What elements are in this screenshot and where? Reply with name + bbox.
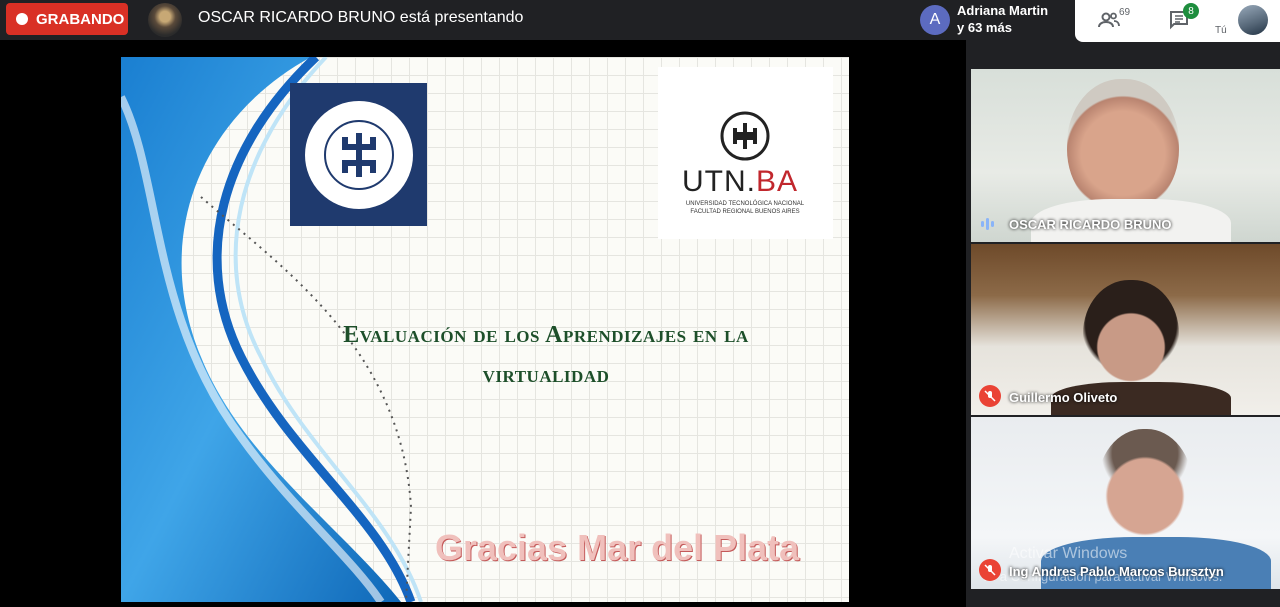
presentation-slide: UTN.BA UNIVERSIDAD TECNOLÓGICA NACIONAL … [121, 57, 849, 602]
participant-video-figure [1097, 429, 1193, 551]
naval-department-logo [290, 83, 427, 226]
participant-more: y 63 más [957, 20, 1012, 35]
frmdp-seal-icon [304, 100, 413, 209]
participants-preview[interactable]: A Adriana Martin y 63 más [912, 0, 1074, 40]
utn-wordmark-accent: BA [756, 165, 799, 198]
recording-label: GRABANDO [36, 10, 125, 28]
meeting-panel: 69 8 Tú [1075, 0, 1280, 42]
participant-video-figure [1083, 280, 1179, 392]
mic-muted-icon [979, 559, 1001, 581]
chat-count-badge: 8 [1183, 3, 1199, 19]
tile-participant-name: OSCAR RICARDO BRUNO [1009, 217, 1172, 232]
slide-title-line1: Evaluación de los Aprendizajes en la [343, 322, 749, 348]
video-tile-guillermo[interactable]: Guillermo Oliveto [971, 244, 1280, 415]
tile-participant-name: Guillermo Oliveto [1009, 390, 1118, 405]
presenter-status-text: OSCAR RICARDO BRUNO está presentando [198, 9, 524, 26]
participant-avatar: A [920, 5, 950, 35]
slide-footer-text: Gracias Mar del Plata [435, 527, 800, 568]
record-dot-icon [16, 13, 28, 25]
tile-participant-name: Ing Andres Pablo Marcos Bursztyn [1009, 564, 1224, 579]
slide-title-line2: virtualidad [482, 362, 610, 388]
slide-title: Evaluación de los Aprendizajes en la vir… [281, 315, 811, 395]
self-avatar[interactable] [1238, 5, 1268, 35]
speaking-indicator-icon [981, 217, 999, 231]
utn-ba-subtitle: UNIVERSIDAD TECNOLÓGICA NACIONAL FACULTA… [670, 200, 820, 216]
people-icon [1098, 12, 1120, 28]
people-count: 69 [1119, 7, 1131, 18]
utn-emblem-icon [720, 111, 770, 161]
top-bar: GRABANDO OSCAR RICARDO BRUNO está presen… [0, 0, 1280, 42]
utn-ba-wordmark: UTN.BA [682, 165, 798, 199]
utn-wordmark-main: UTN. [682, 165, 756, 198]
utn-sub-line1: UNIVERSIDAD TECNOLÓGICA NACIONAL [685, 201, 805, 207]
participant-names: Adriana Martin y 63 más [957, 2, 1048, 36]
you-label: Tú [1215, 25, 1227, 36]
chat-button[interactable]: 8 [1167, 3, 1199, 34]
mic-muted-icon [979, 385, 1001, 407]
windows-watermark-line1: Activar Windows [1009, 545, 1128, 562]
video-tile-andres[interactable]: Activar Windows Ve a Configuración para … [971, 417, 1280, 589]
utn-sub-line2: FACULTAD REGIONAL BUENOS AIRES [690, 209, 800, 215]
recording-badge: GRABANDO [6, 3, 128, 35]
people-button[interactable]: 69 [1097, 6, 1130, 34]
utn-ba-logo: UTN.BA UNIVERSIDAD TECNOLÓGICA NACIONAL … [658, 67, 833, 239]
video-tile-oscar[interactable]: OSCAR RICARDO BRUNO [971, 69, 1280, 242]
participant-name: Adriana Martin [957, 3, 1049, 18]
participant-video-figure [1067, 79, 1179, 214]
presenter-avatar [148, 3, 182, 37]
